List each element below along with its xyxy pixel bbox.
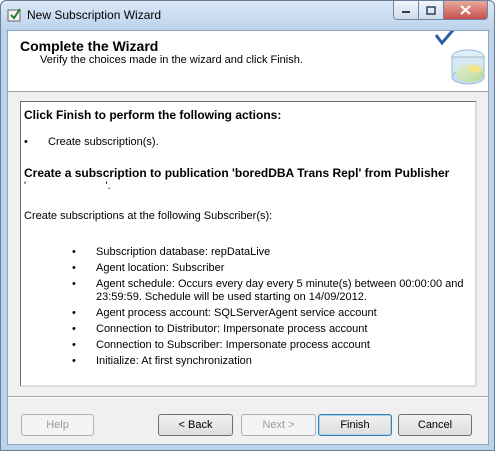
bullet: • [72, 246, 76, 258]
list-item: • Agent schedule: Occurs every day every… [72, 278, 472, 304]
redacted-publisher-text: ' '. [24, 180, 111, 192]
action-text: Create subscription(s). [48, 136, 159, 148]
detail-text: Agent schedule: Occurs every day every 5… [96, 278, 464, 303]
bullet: • [72, 278, 76, 290]
list-item: • Agent location: Subscriber [72, 262, 472, 275]
detail-text: Subscription database: repDataLive [96, 246, 271, 258]
list-item: • Agent process account: SQLServerAgent … [72, 307, 472, 320]
maximize-button[interactable] [419, 1, 444, 20]
summary-heading: Click Finish to perform the following ac… [24, 108, 282, 122]
maximize-icon [426, 5, 436, 15]
bullet: • [72, 355, 76, 367]
detail-list: • Subscription database: repDataLive • A… [24, 246, 472, 368]
cancel-button[interactable]: Cancel [398, 414, 472, 436]
subscription-heading: Create a subscription to publication 'bo… [24, 166, 450, 180]
list-item: • Subscription database: repDataLive [72, 246, 472, 259]
caption-buttons [393, 1, 488, 21]
wizard-client-area: Complete the Wizard Verify the choices m… [7, 30, 489, 445]
bullet: • [72, 339, 76, 351]
page-title: Complete the Wizard [20, 38, 159, 54]
wizard-banner-icon [434, 31, 485, 85]
subscriber-intro: Create subscriptions at the following Su… [24, 210, 273, 222]
list-item: • Connection to Distributor: Impersonate… [72, 323, 472, 336]
minimize-icon [402, 11, 410, 13]
action-item: • Create subscription(s). [24, 136, 472, 148]
wizard-window: New Subscription Wizard Complete the Wiz… [0, 0, 495, 451]
close-icon [460, 5, 471, 15]
bullet: • [72, 323, 76, 335]
list-item: • Initialize: At first synchronization [72, 355, 472, 368]
title-bar[interactable]: New Subscription Wizard [1, 1, 494, 30]
minimize-button[interactable] [393, 1, 419, 20]
wizard-header: Complete the Wizard Verify the choices m… [8, 31, 488, 92]
bullet: • [24, 136, 28, 148]
back-button[interactable]: < Back [158, 414, 233, 436]
detail-text: Initialize: At first synchronization [96, 355, 252, 367]
finish-button[interactable]: Finish [318, 414, 392, 436]
detail-text: Connection to Distributor: Impersonate p… [96, 323, 368, 335]
bullet: • [72, 307, 76, 319]
app-icon [7, 8, 21, 22]
detail-text: Agent location: Subscriber [96, 262, 225, 274]
page-subtitle: Verify the choices made in the wizard an… [40, 54, 303, 66]
detail-text: Connection to Subscriber: Impersonate pr… [96, 339, 370, 351]
next-button[interactable]: Next > [241, 414, 316, 436]
button-separator [8, 396, 488, 398]
list-item: • Connection to Subscriber: Impersonate … [72, 339, 472, 352]
summary-panel[interactable]: Click Finish to perform the following ac… [20, 101, 477, 387]
redacted-publisher: ' '. [24, 180, 472, 194]
close-button[interactable] [444, 1, 488, 20]
help-button[interactable]: Help [21, 414, 94, 436]
detail-text: Agent process account: SQLServerAgent se… [96, 307, 377, 319]
bullet: • [72, 262, 76, 274]
window-title: New Subscription Wizard [27, 8, 162, 22]
